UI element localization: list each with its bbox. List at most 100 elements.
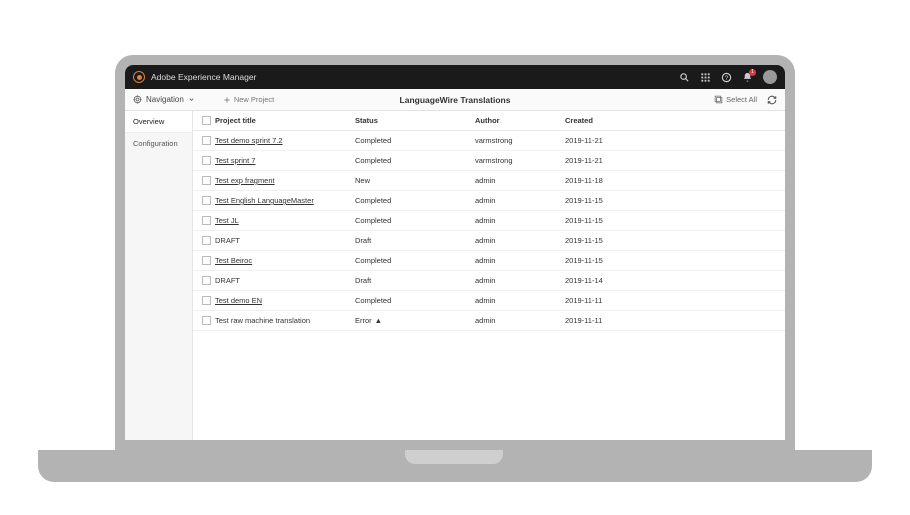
table-row[interactable]: Test exp fragmentNewadmin2019-11-18 [193,171,785,191]
cell-author: admin [475,316,565,325]
cell-status: Completed [355,296,475,305]
toolbar-right: Select All [714,95,777,105]
refresh-icon [767,95,777,105]
cell-title[interactable]: Test demo EN [215,296,355,305]
refresh-button[interactable] [767,95,777,105]
cell-status: Completed [355,136,475,145]
global-header: Adobe Experience Manager ? 1 [125,65,785,89]
column-header-author[interactable]: Author [475,116,565,125]
row-checkbox[interactable] [202,296,211,305]
row-checkbox[interactable] [202,256,211,265]
new-project-label: New Project [234,95,274,104]
cell-title: Test raw machine translation [215,316,355,325]
cell-title: DRAFT [215,276,355,285]
sidebar-item-overview[interactable]: Overview [125,111,192,133]
search-icon[interactable] [679,72,690,83]
cell-status: Error▲ [355,316,475,325]
product-name: Adobe Experience Manager [151,72,256,82]
cell-author: varmstrong [475,156,565,165]
cell-title[interactable]: Test JL [215,216,355,225]
header-left: Adobe Experience Manager [133,71,256,83]
notifications-icon[interactable]: 1 [742,72,753,83]
cell-created: 2019-11-15 [565,236,781,245]
laptop-bezel: Adobe Experience Manager ? 1 [115,55,795,450]
table-row[interactable]: DRAFTDraftadmin2019-11-15 [193,231,785,251]
cell-status: Completed [355,196,475,205]
table-row[interactable]: Test BeirocCompletedadmin2019-11-15 [193,251,785,271]
header-right: ? 1 [679,70,777,84]
table-row[interactable]: Test English LanguageMasterCompletedadmi… [193,191,785,211]
svg-text:?: ? [725,74,729,81]
cell-author: admin [475,256,565,265]
cell-created: 2019-11-15 [565,256,781,265]
navigation-dropdown[interactable]: Navigation [133,95,195,104]
table-row[interactable]: Test sprint 7Completedvarmstrong2019-11-… [193,151,785,171]
action-toolbar: Navigation New Project LanguageWire Tran… [125,89,785,111]
error-warning-icon: ▲ [375,316,382,325]
cell-title[interactable]: Test demo sprint 7.2 [215,136,355,145]
header-checkbox[interactable] [202,116,211,125]
laptop-notch [405,450,503,464]
table-row[interactable]: Test demo sprint 7.2Completedvarmstrong2… [193,131,785,151]
table-row[interactable]: Test raw machine translationError▲admin2… [193,311,785,331]
row-checkbox[interactable] [202,216,211,225]
column-header-status[interactable]: Status [355,116,475,125]
cell-title[interactable]: Test sprint 7 [215,156,355,165]
plus-icon [223,96,231,104]
cell-author: admin [475,236,565,245]
cell-created: 2019-11-15 [565,216,781,225]
new-project-button[interactable]: New Project [223,95,274,104]
row-checkbox[interactable] [202,156,211,165]
table-row[interactable]: Test JLCompletedadmin2019-11-15 [193,211,785,231]
navigation-label: Navigation [146,95,184,104]
row-checkbox[interactable] [202,236,211,245]
cell-title[interactable]: Test Beiroc [215,256,355,265]
select-all-label: Select All [726,95,757,104]
row-checkbox[interactable] [202,136,211,145]
column-header-created[interactable]: Created [565,116,781,125]
cell-created: 2019-11-11 [565,296,781,305]
cell-status: Completed [355,256,475,265]
cell-created: 2019-11-21 [565,156,781,165]
help-icon[interactable]: ? [721,72,732,83]
row-checkbox[interactable] [202,196,211,205]
cell-author: admin [475,276,565,285]
cell-title[interactable]: Test exp fragment [215,176,355,185]
sidebar-item-configuration[interactable]: Configuration [125,133,192,154]
cell-title[interactable]: Test English LanguageMaster [215,196,355,205]
cell-author: admin [475,176,565,185]
cell-created: 2019-11-18 [565,176,781,185]
sidebar: OverviewConfiguration [125,111,193,440]
cell-status: New [355,176,475,185]
row-checkbox[interactable] [202,316,211,325]
column-header-title[interactable]: Project title [215,116,355,125]
cell-title: DRAFT [215,236,355,245]
apps-grid-icon[interactable] [700,72,711,83]
cell-created: 2019-11-11 [565,316,781,325]
user-avatar[interactable] [763,70,777,84]
app-window: Adobe Experience Manager ? 1 [125,65,785,440]
cell-created: 2019-11-14 [565,276,781,285]
cell-status: Completed [355,216,475,225]
table-row[interactable]: Test demo ENCompletedadmin2019-11-11 [193,291,785,311]
body: OverviewConfiguration Project title Stat… [125,111,785,440]
cell-author: varmstrong [475,136,565,145]
brand-logo-icon [133,71,145,83]
table-row[interactable]: DRAFTDraftadmin2019-11-14 [193,271,785,291]
cell-status: Draft [355,276,475,285]
main-content: Project title Status Author Created Test… [193,111,785,440]
page-title: LanguageWire Translations [400,95,511,105]
cell-created: 2019-11-15 [565,196,781,205]
chevron-down-icon [188,96,195,103]
cell-created: 2019-11-21 [565,136,781,145]
row-checkbox[interactable] [202,176,211,185]
row-checkbox[interactable] [202,276,211,285]
notification-badge: 1 [749,69,756,76]
select-all-button[interactable]: Select All [714,95,757,104]
cell-author: admin [475,296,565,305]
select-all-icon [714,95,723,104]
cell-status: Draft [355,236,475,245]
table-header: Project title Status Author Created [193,111,785,131]
cell-author: admin [475,216,565,225]
cell-author: admin [475,196,565,205]
